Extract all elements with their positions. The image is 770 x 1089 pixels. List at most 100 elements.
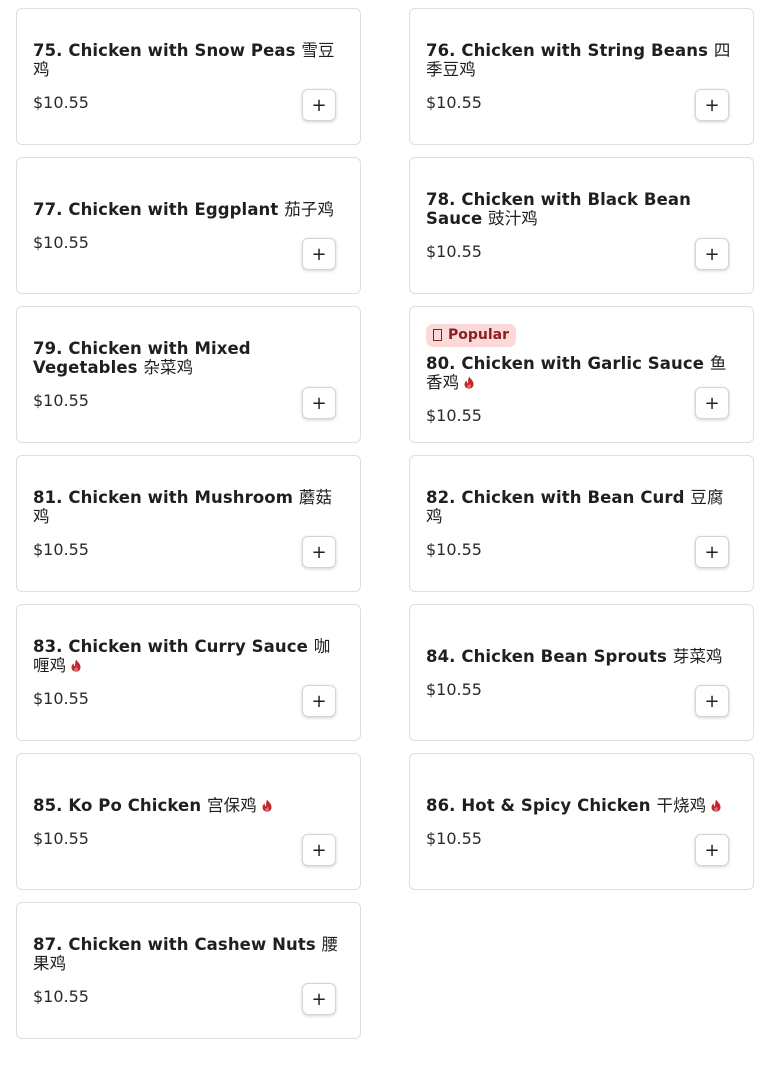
menu-item-content: 79. Chicken with Mixed Vegetables 杂菜鸡 $10… <box>33 307 344 442</box>
plus-icon: + <box>311 690 327 712</box>
plus-icon: + <box>704 690 720 712</box>
menu-item-content: 78. Chicken with Black Bean Sauce 豉汁鸡 $10… <box>426 158 737 293</box>
menu-item-card[interactable]: 85. Ko Po Chicken 宫保鸡 $10.55 + <box>16 753 361 890</box>
plus-icon: + <box>704 839 720 861</box>
menu-item-title: 75. Chicken with Snow Peas 雪豆鸡 <box>33 41 344 79</box>
menu-item-name: 75. Chicken with Snow Peas <box>33 41 296 60</box>
add-to-cart-button[interactable]: + <box>695 685 729 717</box>
menu-item-card[interactable]: 87. Chicken with Cashew Nuts 腰果鸡 $10.55 + <box>16 902 361 1039</box>
menu-item-title: 77. Chicken with Eggplant 茄子鸡 <box>33 200 344 219</box>
menu-item-title: 86. Hot & Spicy Chicken 干烧鸡 <box>426 796 737 815</box>
menu-item-title: 80. Chicken with Garlic Sauce 鱼香鸡 <box>426 354 737 392</box>
popular-icon <box>433 329 442 341</box>
menu-item-card[interactable]: 86. Hot & Spicy Chicken 干烧鸡 $10.55 + <box>409 753 754 890</box>
menu-item-chinese-name: 杂菜鸡 <box>143 358 194 377</box>
flame-icon <box>261 797 273 812</box>
plus-icon: + <box>311 243 327 265</box>
menu-item-title: 79. Chicken with Mixed Vegetables 杂菜鸡 <box>33 339 344 377</box>
menu-item-name: 76. Chicken with String Beans <box>426 41 708 60</box>
menu-item-name: 83. Chicken with Curry Sauce <box>33 637 308 656</box>
plus-icon: + <box>311 839 327 861</box>
menu-item-card[interactable]: 83. Chicken with Curry Sauce 咖喱鸡 $10.55 + <box>16 604 361 741</box>
menu-item-content: 76. Chicken with String Beans 四季豆鸡 $10.55 <box>426 9 737 144</box>
menu-item-chinese-name: 芽菜鸡 <box>672 646 723 666</box>
menu-item-price: $10.55 <box>33 540 89 559</box>
menu-item-card[interactable]: 82. Chicken with Bean Curd 豆腐鸡 $10.55 + <box>409 455 754 592</box>
add-to-cart-button[interactable]: + <box>695 536 729 568</box>
plus-icon: + <box>311 94 327 116</box>
menu-item-price: $10.55 <box>33 391 89 410</box>
menu-item-price: $10.55 <box>426 406 482 425</box>
menu-item-content: Popular 80. Chicken with Garlic Sauce 鱼香鸡… <box>426 307 737 442</box>
menu-item-name: 84. Chicken Bean Sprouts <box>426 646 667 666</box>
add-to-cart-button[interactable]: + <box>302 834 336 866</box>
plus-icon: + <box>704 94 720 116</box>
menu-item-card[interactable]: 75. Chicken with Snow Peas 雪豆鸡 $10.55 + <box>16 8 361 145</box>
menu-item-content: 77. Chicken with Eggplant 茄子鸡 $10.55 <box>33 158 344 293</box>
flame-icon <box>70 657 82 672</box>
menu-item-title: 78. Chicken with Black Bean Sauce 豉汁鸡 <box>426 190 737 228</box>
menu-item-price: $10.55 <box>33 828 89 848</box>
menu-item-content: 86. Hot & Spicy Chicken 干烧鸡 $10.55 <box>426 754 737 889</box>
add-to-cart-button[interactable]: + <box>302 387 336 419</box>
menu-item-card[interactable]: 84. Chicken Bean Sprouts 芽菜鸡 $10.55 + <box>409 604 754 741</box>
menu-item-price: $10.55 <box>33 232 89 252</box>
add-to-cart-button[interactable]: + <box>302 536 336 568</box>
menu-item-name: 77. Chicken with Eggplant <box>33 199 279 219</box>
add-to-cart-button[interactable]: + <box>695 89 729 121</box>
menu-item-content: 81. Chicken with Mushroom 蘑菇鸡 $10.55 <box>33 456 344 591</box>
add-to-cart-button[interactable]: + <box>302 238 336 270</box>
menu-item-card[interactable]: 77. Chicken with Eggplant 茄子鸡 $10.55 + <box>16 157 361 294</box>
menu-item-chinese-name: 茄子鸡 <box>284 199 335 219</box>
menu-item-price: $10.55 <box>426 93 482 112</box>
menu-item-card[interactable]: 79. Chicken with Mixed Vegetables 杂菜鸡 $10… <box>16 306 361 443</box>
add-to-cart-button[interactable]: + <box>695 834 729 866</box>
plus-icon: + <box>704 243 720 265</box>
plus-icon: + <box>704 392 720 414</box>
menu-item-card[interactable]: 78. Chicken with Black Bean Sauce 豉汁鸡 $10… <box>409 157 754 294</box>
menu-item-price: $10.55 <box>33 689 89 708</box>
flame-icon <box>710 797 722 812</box>
add-to-cart-button[interactable]: + <box>302 685 336 717</box>
plus-icon: + <box>311 392 327 414</box>
menu-item-title: 82. Chicken with Bean Curd 豆腐鸡 <box>426 488 737 526</box>
menu-item-content: 75. Chicken with Snow Peas 雪豆鸡 $10.55 <box>33 9 344 144</box>
menu-item-price: $10.55 <box>426 679 482 699</box>
menu-item-title: 83. Chicken with Curry Sauce 咖喱鸡 <box>33 637 344 675</box>
menu-item-card[interactable]: 81. Chicken with Mushroom 蘑菇鸡 $10.55 + <box>16 455 361 592</box>
menu-item-title: 87. Chicken with Cashew Nuts 腰果鸡 <box>33 935 344 973</box>
menu-item-title: 81. Chicken with Mushroom 蘑菇鸡 <box>33 488 344 526</box>
menu-item-card[interactable]: 76. Chicken with String Beans 四季豆鸡 $10.55… <box>409 8 754 145</box>
popular-badge: Popular <box>426 324 517 347</box>
popular-badge-label: Popular <box>448 327 510 343</box>
plus-icon: + <box>311 541 327 563</box>
menu-item-title: 84. Chicken Bean Sprouts 芽菜鸡 <box>426 647 737 666</box>
menu-item-name: 81. Chicken with Mushroom <box>33 488 293 507</box>
menu-item-name: 79. Chicken with Mixed Vegetables <box>33 339 251 377</box>
menu-item-card[interactable]: Popular 80. Chicken with Garlic Sauce 鱼香鸡… <box>409 306 754 443</box>
menu-item-chinese-name: 豉汁鸡 <box>488 209 538 228</box>
menu-item-price: $10.55 <box>426 828 482 848</box>
add-to-cart-button[interactable]: + <box>695 238 729 270</box>
menu-item-price: $10.55 <box>426 242 482 261</box>
plus-icon: + <box>704 541 720 563</box>
flame-icon <box>463 374 475 389</box>
menu-item-content: 83. Chicken with Curry Sauce 咖喱鸡 $10.55 <box>33 605 344 740</box>
add-to-cart-button[interactable]: + <box>302 983 336 1015</box>
menu-item-name: 85. Ko Po Chicken <box>33 795 202 815</box>
menu-item-name: 82. Chicken with Bean Curd <box>426 488 685 507</box>
menu-item-chinese-name: 干烧鸡 <box>656 795 707 815</box>
add-to-cart-button[interactable]: + <box>302 89 336 121</box>
menu-item-title: 85. Ko Po Chicken 宫保鸡 <box>33 796 344 815</box>
menu-item-content: 82. Chicken with Bean Curd 豆腐鸡 $10.55 <box>426 456 737 591</box>
menu-item-name: 87. Chicken with Cashew Nuts <box>33 935 316 954</box>
menu-item-name: 80. Chicken with Garlic Sauce <box>426 354 705 373</box>
menu-item-content: 85. Ko Po Chicken 宫保鸡 $10.55 <box>33 754 344 889</box>
menu-item-content: 87. Chicken with Cashew Nuts 腰果鸡 $10.55 <box>33 903 344 1038</box>
menu-item-price: $10.55 <box>426 540 482 559</box>
menu-item-price: $10.55 <box>33 987 89 1006</box>
add-to-cart-button[interactable]: + <box>695 387 729 419</box>
menu-item-name: 78. Chicken with Black Bean Sauce <box>426 190 691 228</box>
menu-item-content: 84. Chicken Bean Sprouts 芽菜鸡 $10.55 <box>426 605 737 740</box>
plus-icon: + <box>311 988 327 1010</box>
